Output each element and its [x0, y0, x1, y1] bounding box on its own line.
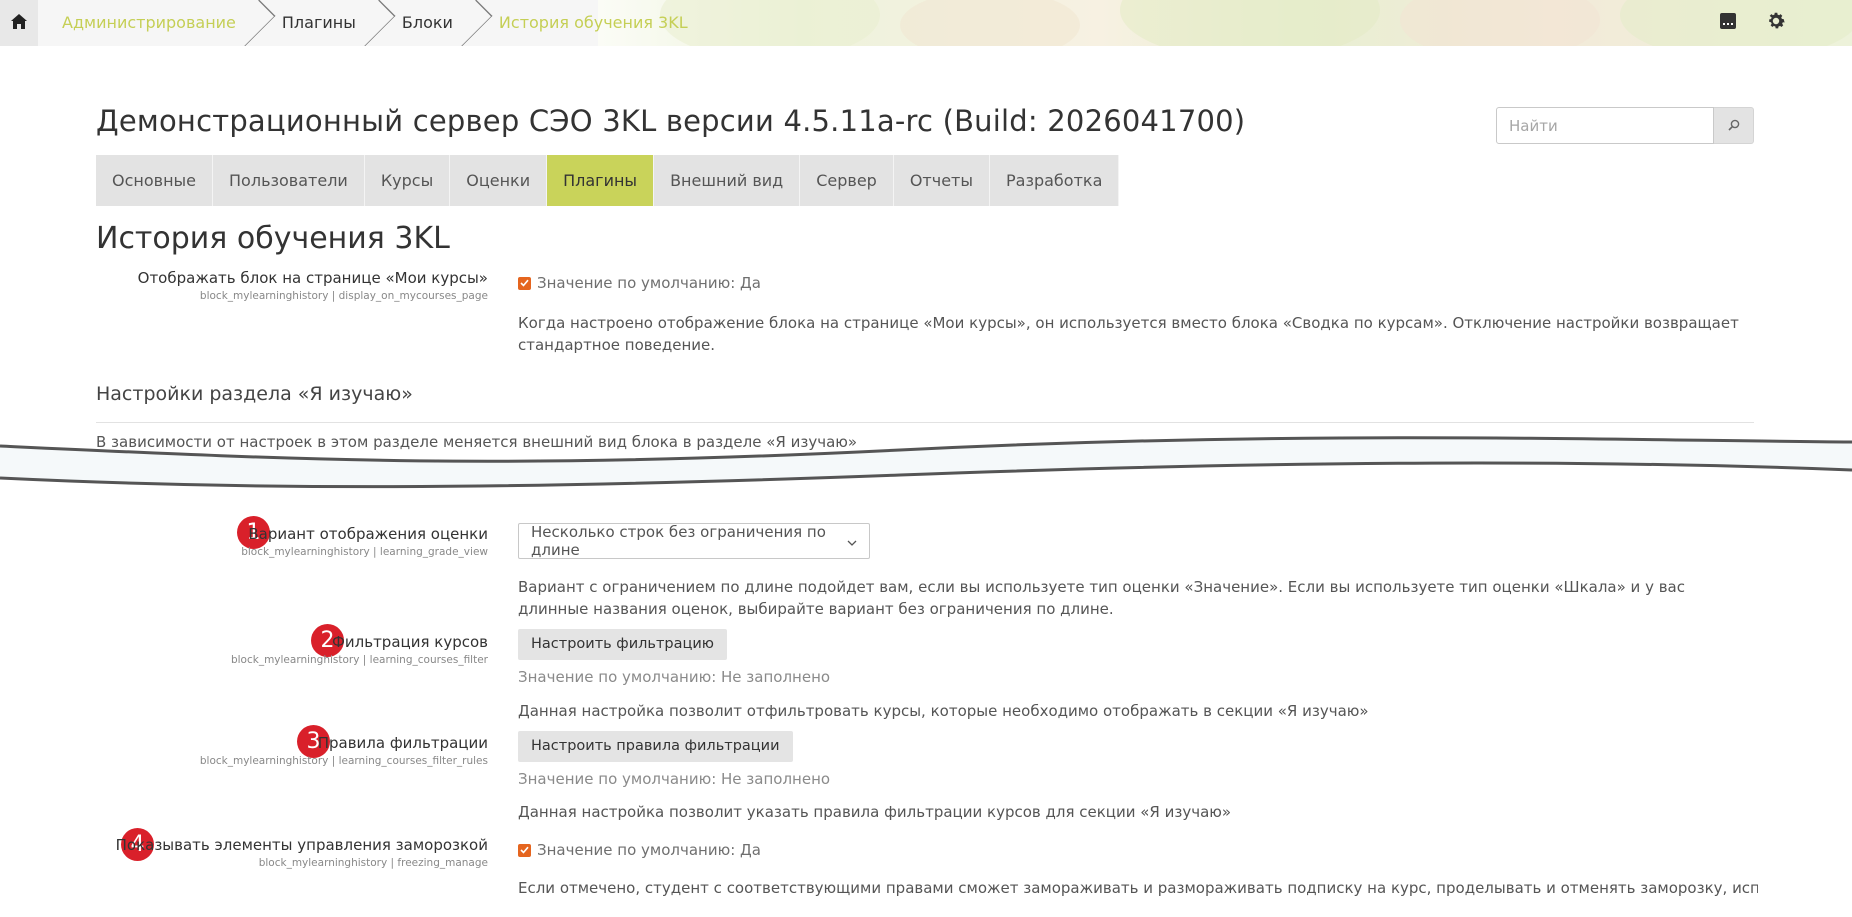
gear-icon[interactable] [1765, 10, 1787, 36]
breadcrumb: Администрирование Плагины Блоки История … [38, 0, 688, 46]
mycourses-checkbox[interactable] [518, 276, 531, 290]
breadcrumb-item-current[interactable]: История обучения 3KL [475, 0, 710, 46]
checkmark-icon [520, 846, 529, 854]
tab-appearance[interactable]: Внешний вид [654, 155, 801, 206]
default-value: Значение по умолчанию: Да [537, 274, 761, 292]
setting-description: Данная настройка позволит отфильтровать … [518, 702, 1369, 720]
setting-control-grade-view: Несколько строк без ограничения по длине [518, 523, 870, 559]
setting-control-freezing: Значение по умолчанию: Да [518, 841, 761, 859]
setting-label-filter-rules: Правила фильтрации block_mylearninghisto… [200, 734, 488, 767]
setting-label-mycourses: Отображать блок на странице «Мои курсы» … [138, 269, 488, 302]
home-button[interactable] [0, 0, 38, 46]
admin-tabs: Основные Пользователи Курсы Оценки Плаги… [96, 155, 1120, 206]
checkbox-row: Значение по умолчанию: Да [518, 274, 761, 292]
tab-development[interactable]: Разработка [990, 155, 1120, 206]
setting-label-freezing: Показывать элементы управления заморозко… [116, 836, 488, 869]
default-value: Значение по умолчанию: Не заполнено [518, 668, 831, 686]
setting-key: block_mylearninghistory | freezing_manag… [258, 857, 488, 869]
chevron-down-icon [847, 532, 857, 550]
setting-control-filter-rules: Настроить правила фильтрации Значение по… [518, 731, 830, 788]
site-title: Демонстрационный сервер СЭО 3KL версии 4… [96, 104, 1246, 138]
breadcrumb-item-administration[interactable]: Администрирование [38, 0, 276, 46]
setting-description: Данная настройка позволит указать правил… [518, 803, 1232, 821]
grade-view-select[interactable]: Несколько строк без ограничения по длине [518, 523, 870, 559]
section-heading: Настройки раздела «Я изучаю» [96, 383, 413, 405]
tab-general[interactable]: Основные [96, 155, 214, 206]
setting-key: block_mylearninghistory | learning_cours… [230, 654, 488, 666]
setting-control-courses-filter: Настроить фильтрацию Значение по умолчан… [518, 629, 830, 686]
default-value: Значение по умолчанию: Да [537, 841, 761, 859]
setting-name: Вариант отображения оценки [248, 525, 488, 543]
breadcrumb-item-plugins[interactable]: Плагины [258, 0, 396, 46]
tab-server[interactable]: Сервер [800, 155, 894, 206]
search-button[interactable] [1714, 107, 1754, 144]
select-value: Несколько строк без ограничения по длине [531, 523, 826, 559]
setting-name: Фильтрация курсов [331, 633, 488, 651]
top-icons [1719, 0, 1852, 46]
configure-filter-button[interactable]: Настроить фильтрацию [518, 629, 727, 660]
tab-courses[interactable]: Курсы [364, 155, 451, 206]
setting-description: Если отмечено, студент с соответствующим… [518, 879, 1758, 897]
breadcrumb-item-blocks[interactable]: Блоки [378, 0, 493, 46]
setting-name: Правила фильтрации [317, 734, 488, 752]
setting-key: block_mylearninghistory | display_on_myc… [199, 290, 488, 302]
freezing-checkbox[interactable] [518, 843, 531, 857]
setting-label-grade-view: Вариант отображения оценки block_mylearn… [241, 525, 488, 558]
setting-control-mycourses: Значение по умолчанию: Да [518, 274, 761, 292]
setting-key: block_mylearninghistory | learning_grade… [241, 546, 488, 558]
configure-filter-rules-button[interactable]: Настроить правила фильтрации [518, 731, 793, 762]
checkmark-icon [520, 279, 529, 287]
setting-description: Вариант с ограничением по длине подойдет… [518, 578, 1685, 618]
search-form [1496, 107, 1754, 144]
notes-icon[interactable] [1719, 12, 1737, 34]
setting-key: block_mylearninghistory | learning_cours… [199, 755, 488, 767]
setting-name: Показывать элементы управления заморозко… [115, 836, 488, 854]
top-navbar: Администрирование Плагины Блоки История … [0, 0, 1852, 46]
setting-label-courses-filter: Фильтрация курсов block_mylearninghistor… [231, 633, 488, 666]
checkbox-row: Значение по умолчанию: Да [518, 841, 761, 859]
setting-description: Когда настроено отображение блока на стр… [518, 314, 1739, 354]
tab-users[interactable]: Пользователи [213, 155, 365, 206]
tab-reports[interactable]: Отчеты [893, 155, 990, 206]
default-value: Значение по умолчанию: Не заполнено [518, 770, 831, 788]
tab-plugins[interactable]: Плагины [547, 155, 655, 206]
page-title: История обучения 3KL [96, 221, 450, 256]
torn-edge-divider [0, 436, 1852, 489]
search-icon [1727, 116, 1740, 135]
home-icon [10, 13, 28, 34]
setting-name: Отображать блок на странице «Мои курсы» [137, 269, 488, 287]
tab-grades[interactable]: Оценки [450, 155, 548, 206]
search-input[interactable] [1496, 107, 1714, 144]
